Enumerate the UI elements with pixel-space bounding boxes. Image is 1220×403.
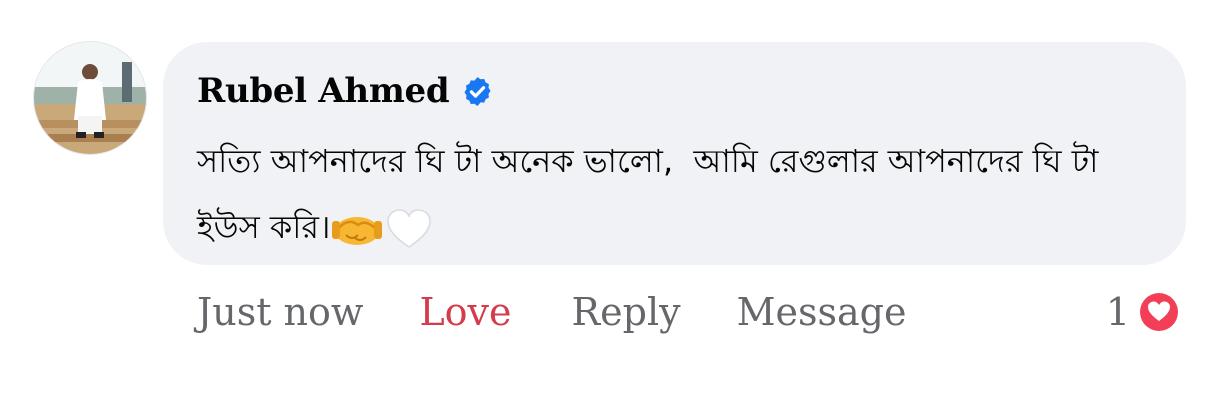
- comment-text-block: সত্যি আপনাদের ঘি টা অনেক ভালো, আমি রেগুল…: [197, 128, 1157, 260]
- love-reaction-icon: [1136, 289, 1182, 335]
- comment-author-name[interactable]: Rubel Ahmed: [197, 71, 450, 111]
- reaction-summary[interactable]: 1: [1106, 288, 1182, 336]
- handshake-emoji: [332, 207, 383, 251]
- message-button[interactable]: Message: [737, 290, 907, 334]
- white-heart-emoji: [384, 207, 434, 251]
- comment-bubble: Rubel Ahmed সত্যি আপনাদের ঘি টা অনেক ভাল…: [163, 42, 1186, 265]
- comment-header: Rubel Ahmed: [197, 66, 1152, 116]
- profile-photo: [34, 42, 146, 154]
- love-button[interactable]: Love: [419, 290, 511, 334]
- comment-timestamp[interactable]: Just now: [197, 290, 363, 334]
- reply-button[interactable]: Reply: [572, 290, 681, 334]
- verified-badge-icon: [461, 75, 494, 108]
- reaction-count: 1: [1105, 290, 1130, 334]
- avatar[interactable]: [34, 42, 146, 154]
- comment-actions: Just now Love Reply Message: [197, 286, 906, 338]
